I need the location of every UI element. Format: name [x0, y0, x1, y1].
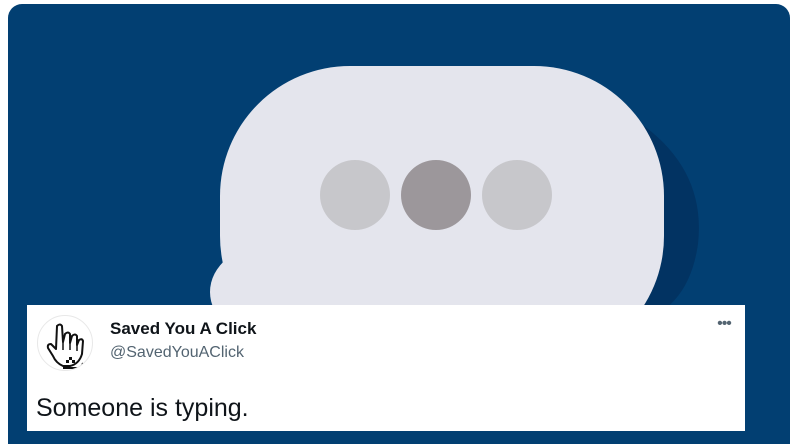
hand-cursor-icon [46, 323, 84, 369]
display-name[interactable]: Saved You A Click [110, 319, 256, 339]
tweet-text: Someone is typing. [36, 394, 249, 422]
typing-dot-middle [401, 160, 471, 230]
more-options-icon[interactable]: ••• [713, 313, 735, 335]
tweet-card[interactable]: Saved You A Click @SavedYouAClick ••• So… [27, 305, 745, 431]
user-handle[interactable]: @SavedYouAClick [110, 344, 244, 362]
typing-dot-right [482, 160, 552, 230]
avatar[interactable] [37, 315, 93, 371]
typing-dot-left [320, 160, 390, 230]
